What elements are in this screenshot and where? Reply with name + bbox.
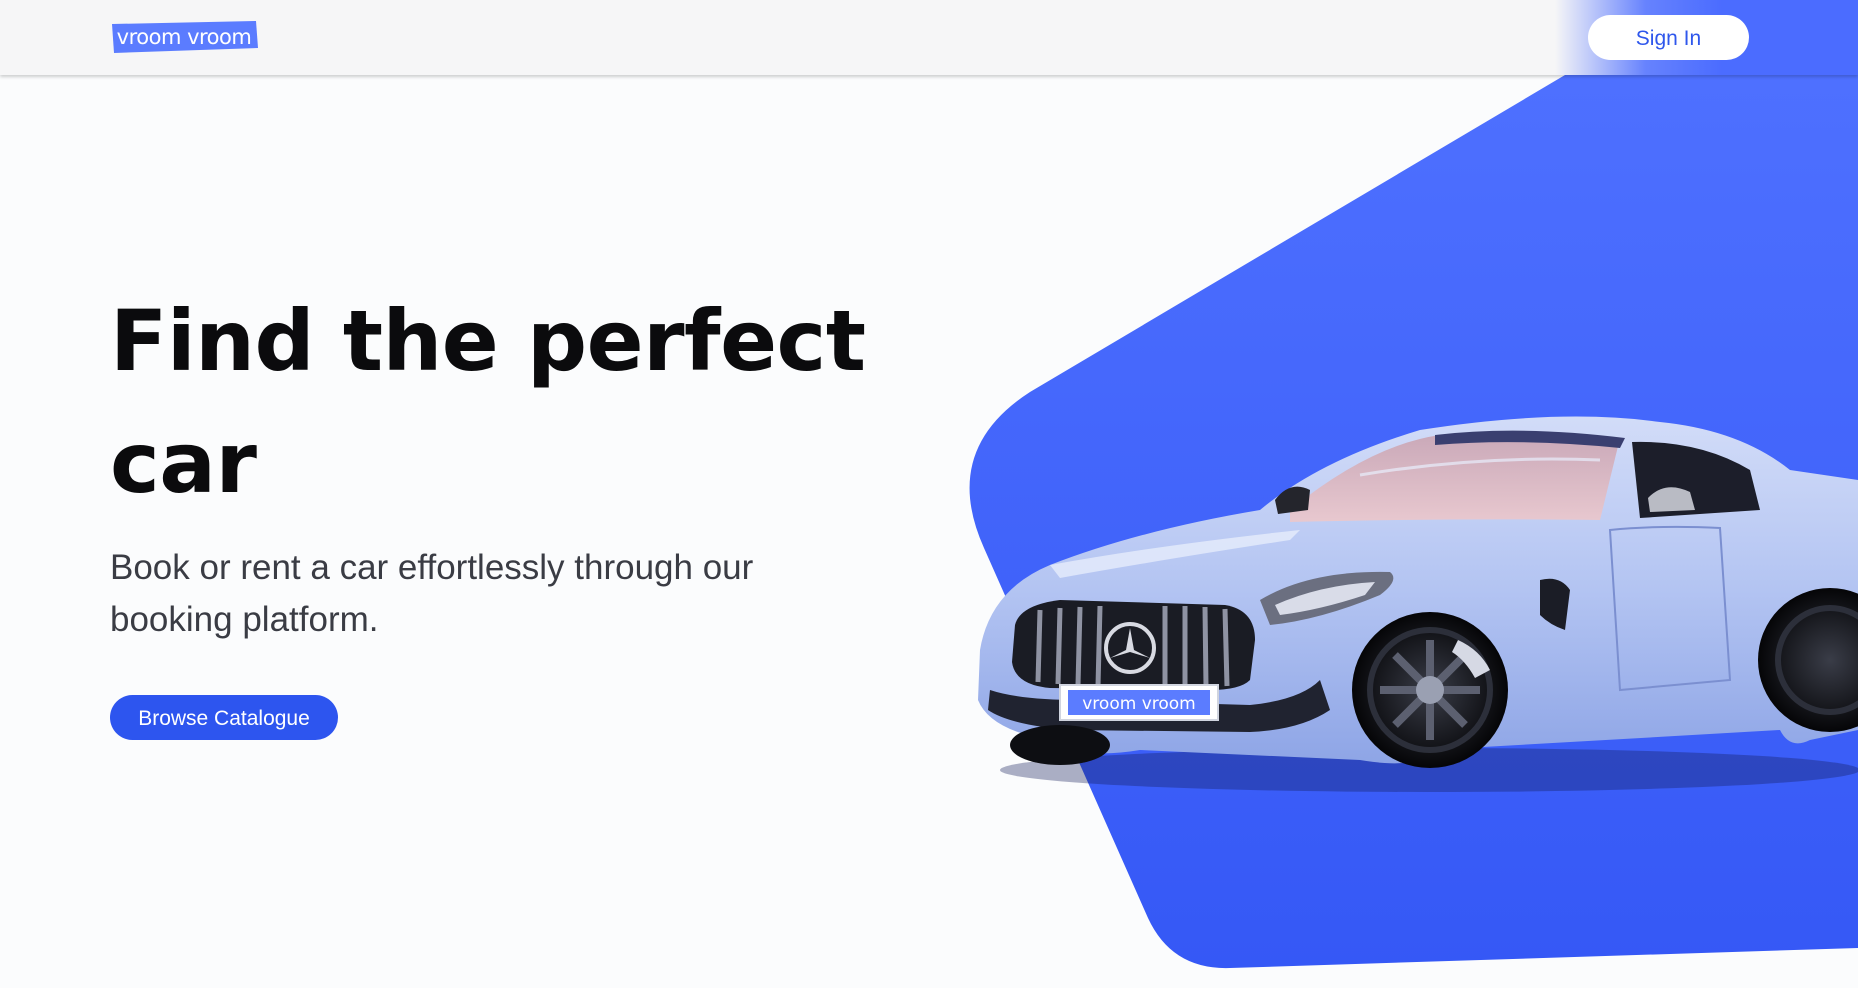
brand-logo[interactable]: vroom vroom	[110, 20, 258, 54]
top-navbar: vroom vroom Sign In	[0, 0, 1858, 75]
hero-title: Find the perfect car	[110, 292, 866, 512]
hero-subtitle: Book or rent a car effortlessly through …	[110, 548, 754, 639]
browse-catalogue-button[interactable]: Browse Catalogue	[110, 695, 338, 740]
car-plate-text: vroom vroom	[1082, 694, 1195, 714]
landing-page: vroom vroom Sign In Find the perfect car…	[0, 0, 1858, 988]
sports-car-image: vroom vroom	[978, 416, 1858, 792]
sign-in-button[interactable]: Sign In	[1588, 15, 1749, 60]
logo-text: vroom vroom	[116, 25, 252, 49]
